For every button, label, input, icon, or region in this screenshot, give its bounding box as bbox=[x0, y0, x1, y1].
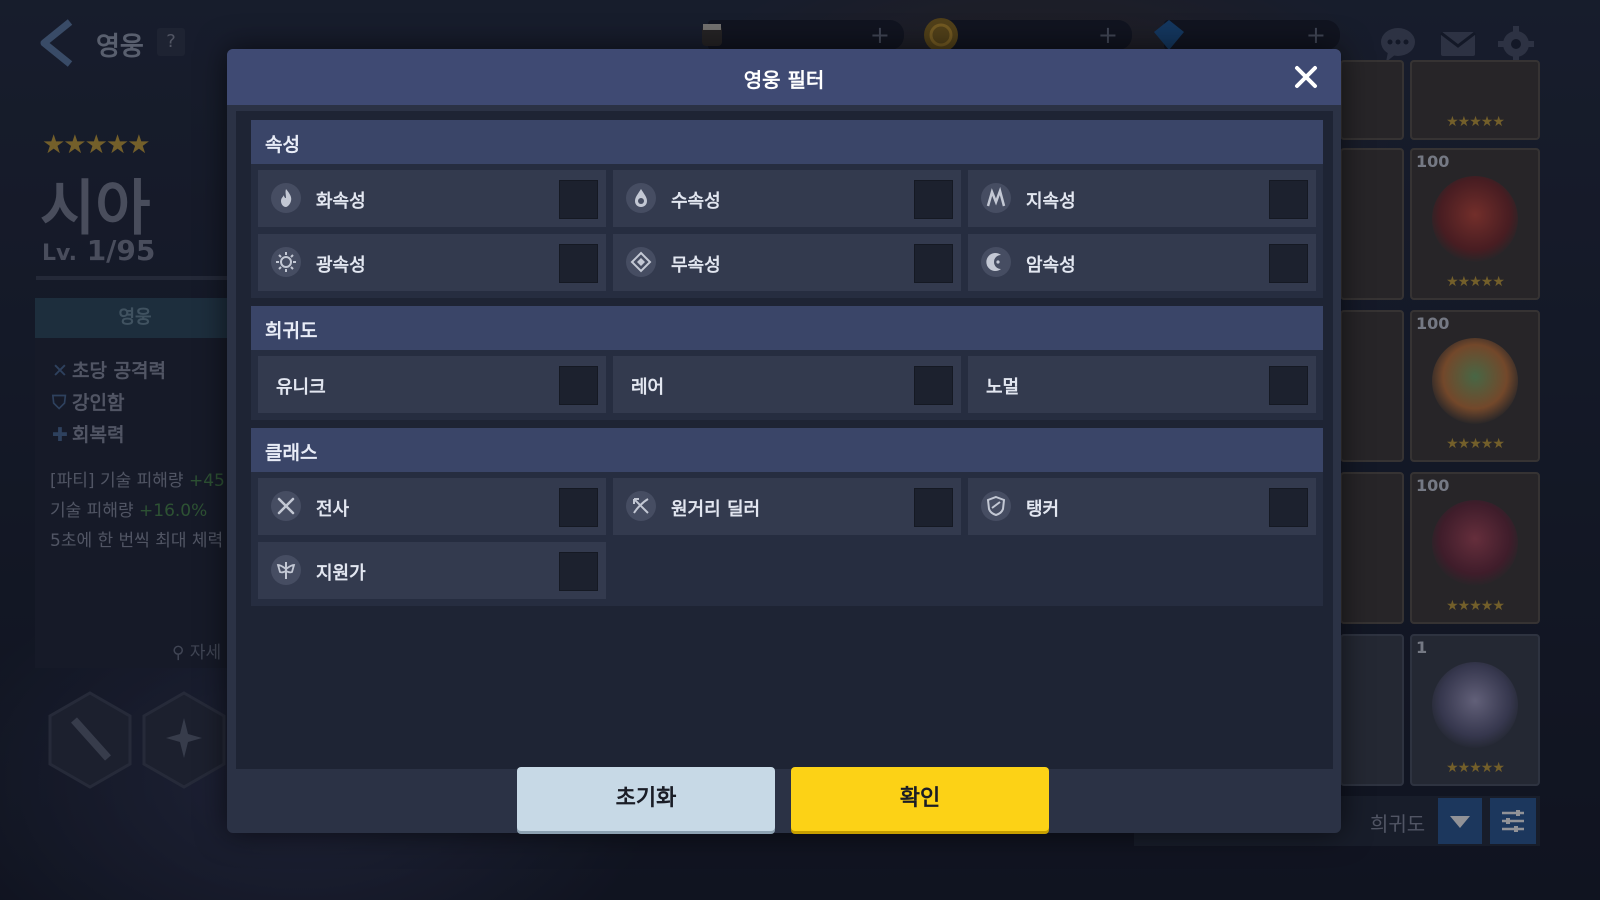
filter-option-support[interactable]: 지원가 bbox=[258, 542, 606, 599]
section-header: 속성 bbox=[251, 120, 1323, 164]
filter-option-warrior[interactable]: 전사 bbox=[258, 478, 606, 535]
reset-button[interactable]: 초기화 bbox=[517, 767, 775, 831]
warrior-icon bbox=[271, 491, 301, 521]
filter-checkbox[interactable] bbox=[914, 488, 953, 527]
filter-checkbox[interactable] bbox=[914, 366, 953, 405]
option-label: 탱커 bbox=[1026, 499, 1060, 520]
filter-option-basic[interactable]: 무속성 bbox=[613, 234, 961, 291]
section-title: 속성 bbox=[265, 134, 300, 156]
filter-checkbox[interactable] bbox=[1269, 366, 1308, 405]
filter-option-earth[interactable]: 지속성 bbox=[968, 170, 1316, 227]
section-header: 희귀도 bbox=[251, 306, 1323, 350]
attribute-section: 속성 화속성 수속성 지속성 광속성 무속성 암속성 bbox=[251, 120, 1323, 298]
filter-option-light[interactable]: 광속성 bbox=[258, 234, 606, 291]
section-title: 희귀도 bbox=[265, 320, 318, 342]
option-label: 유니크 bbox=[276, 377, 326, 398]
confirm-button[interactable]: 확인 bbox=[791, 767, 1049, 831]
option-label: 암속성 bbox=[1026, 255, 1076, 276]
option-label: 무속성 bbox=[671, 255, 721, 276]
option-label: 수속성 bbox=[671, 191, 721, 212]
dialog-title: 영웅 필터 bbox=[743, 68, 825, 92]
dialog-footer: 초기화 확인 bbox=[227, 767, 1341, 833]
hero-filter-dialog: 영웅 필터 속성 화속성 수속성 지속성 광속성 무속성 암속성 희귀도 유니크… bbox=[227, 49, 1341, 833]
section-header: 클래스 bbox=[251, 428, 1323, 472]
option-label: 광속성 bbox=[316, 255, 366, 276]
water-icon bbox=[626, 183, 656, 213]
dark-icon bbox=[981, 247, 1011, 277]
option-label: 지원가 bbox=[316, 563, 366, 584]
filter-option-tanker[interactable]: 탱커 bbox=[968, 478, 1316, 535]
filter-option-dark[interactable]: 암속성 bbox=[968, 234, 1316, 291]
option-label: 지속성 bbox=[1026, 191, 1076, 212]
option-label: 원거리 딜러 bbox=[671, 499, 761, 520]
filter-option-rare[interactable]: 레어 bbox=[613, 356, 961, 413]
ranged-icon bbox=[626, 491, 656, 521]
filter-option-water[interactable]: 수속성 bbox=[613, 170, 961, 227]
filter-checkbox[interactable] bbox=[559, 552, 598, 591]
filter-option-ranged[interactable]: 원거리 딜러 bbox=[613, 478, 961, 535]
option-label: 레어 bbox=[631, 377, 665, 398]
filter-option-normal[interactable]: 노멀 bbox=[968, 356, 1316, 413]
filter-checkbox[interactable] bbox=[1269, 488, 1308, 527]
fire-icon bbox=[271, 183, 301, 213]
filter-checkbox[interactable] bbox=[1269, 244, 1308, 283]
option-label: 노멀 bbox=[986, 377, 1020, 398]
class-section: 클래스 전사 원거리 딜러 탱커 지원가 bbox=[251, 428, 1323, 606]
section-title: 클래스 bbox=[265, 442, 318, 464]
close-icon[interactable] bbox=[1291, 62, 1321, 92]
earth-icon bbox=[981, 183, 1011, 213]
rarity-section: 희귀도 유니크 레어 노멀 bbox=[251, 306, 1323, 420]
filter-option-fire[interactable]: 화속성 bbox=[258, 170, 606, 227]
filter-option-unique[interactable]: 유니크 bbox=[258, 356, 606, 413]
filter-checkbox[interactable] bbox=[914, 180, 953, 219]
dialog-header: 영웅 필터 bbox=[227, 49, 1341, 105]
filter-checkbox[interactable] bbox=[559, 488, 598, 527]
option-label: 화속성 bbox=[316, 191, 366, 212]
dialog-body: 속성 화속성 수속성 지속성 광속성 무속성 암속성 희귀도 유니크 레어 노멀… bbox=[236, 111, 1333, 769]
filter-checkbox[interactable] bbox=[914, 244, 953, 283]
filter-checkbox[interactable] bbox=[559, 366, 598, 405]
support-icon bbox=[271, 555, 301, 585]
filter-checkbox[interactable] bbox=[559, 244, 598, 283]
basic-icon bbox=[626, 247, 656, 277]
light-icon bbox=[271, 247, 301, 277]
option-label: 전사 bbox=[316, 499, 350, 520]
tanker-icon bbox=[981, 491, 1011, 521]
filter-checkbox[interactable] bbox=[559, 180, 598, 219]
filter-checkbox[interactable] bbox=[1269, 180, 1308, 219]
